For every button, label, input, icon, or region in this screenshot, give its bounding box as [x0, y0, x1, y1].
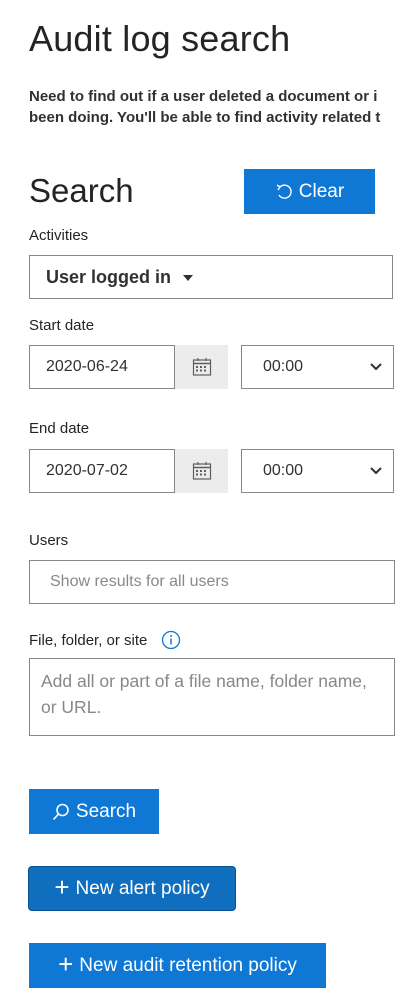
- info-icon[interactable]: [161, 630, 181, 650]
- calendar-icon: [192, 461, 212, 481]
- start-date-label: Start date: [29, 317, 95, 334]
- search-button[interactable]: Search: [29, 789, 159, 834]
- end-time-select[interactable]: 00:00: [241, 449, 394, 493]
- page-title: Audit log search: [29, 18, 291, 59]
- caret-down-icon: [183, 275, 194, 281]
- end-time-value: 00:00: [263, 462, 304, 479]
- activities-selected-value: User logged in: [46, 266, 172, 287]
- description-line-2: been doing. You'll be able to find activ…: [29, 109, 381, 126]
- file-folder-site-label: File, folder, or site: [29, 631, 148, 649]
- page-description: Need to find out if a user deleted a doc…: [29, 86, 380, 128]
- calendar-icon: [192, 357, 212, 377]
- start-time-select[interactable]: 00:00: [241, 345, 394, 389]
- undo-icon: [275, 183, 293, 201]
- new-audit-retention-policy-label: New audit retention policy: [79, 954, 297, 976]
- activities-label: Activities: [29, 227, 89, 244]
- activities-dropdown[interactable]: User logged in: [29, 255, 393, 299]
- file-folder-site-placeholder: Add all or part of a file name, folder n…: [41, 671, 367, 717]
- plus-icon: +: [58, 949, 74, 979]
- search-icon: [52, 803, 70, 821]
- chevron-down-icon: [369, 362, 383, 372]
- new-alert-policy-button[interactable]: + New alert policy: [29, 867, 235, 910]
- users-label: Users: [29, 532, 69, 549]
- start-date-calendar-button[interactable]: [175, 345, 228, 389]
- users-placeholder: Show results for all users: [50, 573, 229, 590]
- chevron-down-icon: [369, 466, 383, 476]
- plus-icon: +: [54, 872, 70, 902]
- new-alert-policy-label: New alert policy: [75, 877, 210, 899]
- users-input[interactable]: Show results for all users: [29, 560, 395, 604]
- start-date-value: 2020-06-24: [46, 358, 128, 375]
- start-date-input[interactable]: 2020-06-24: [29, 345, 175, 389]
- file-folder-site-label-row: File, folder, or site: [29, 630, 181, 650]
- file-folder-site-input[interactable]: Add all or part of a file name, folder n…: [29, 658, 395, 736]
- end-date-value: 2020-07-02: [46, 462, 128, 479]
- start-time-value: 00:00: [263, 358, 304, 375]
- clear-button[interactable]: Clear: [244, 169, 375, 214]
- end-date-label: End date: [29, 420, 90, 437]
- search-section-title: Search: [29, 172, 134, 209]
- search-button-label: Search: [75, 800, 137, 822]
- end-date-input[interactable]: 2020-07-02: [29, 449, 175, 493]
- new-audit-retention-policy-button[interactable]: + New audit retention policy: [29, 943, 326, 988]
- description-line-1: Need to find out if a user deleted a doc…: [29, 88, 378, 105]
- end-date-calendar-button[interactable]: [175, 449, 228, 493]
- clear-button-label: Clear: [298, 180, 345, 202]
